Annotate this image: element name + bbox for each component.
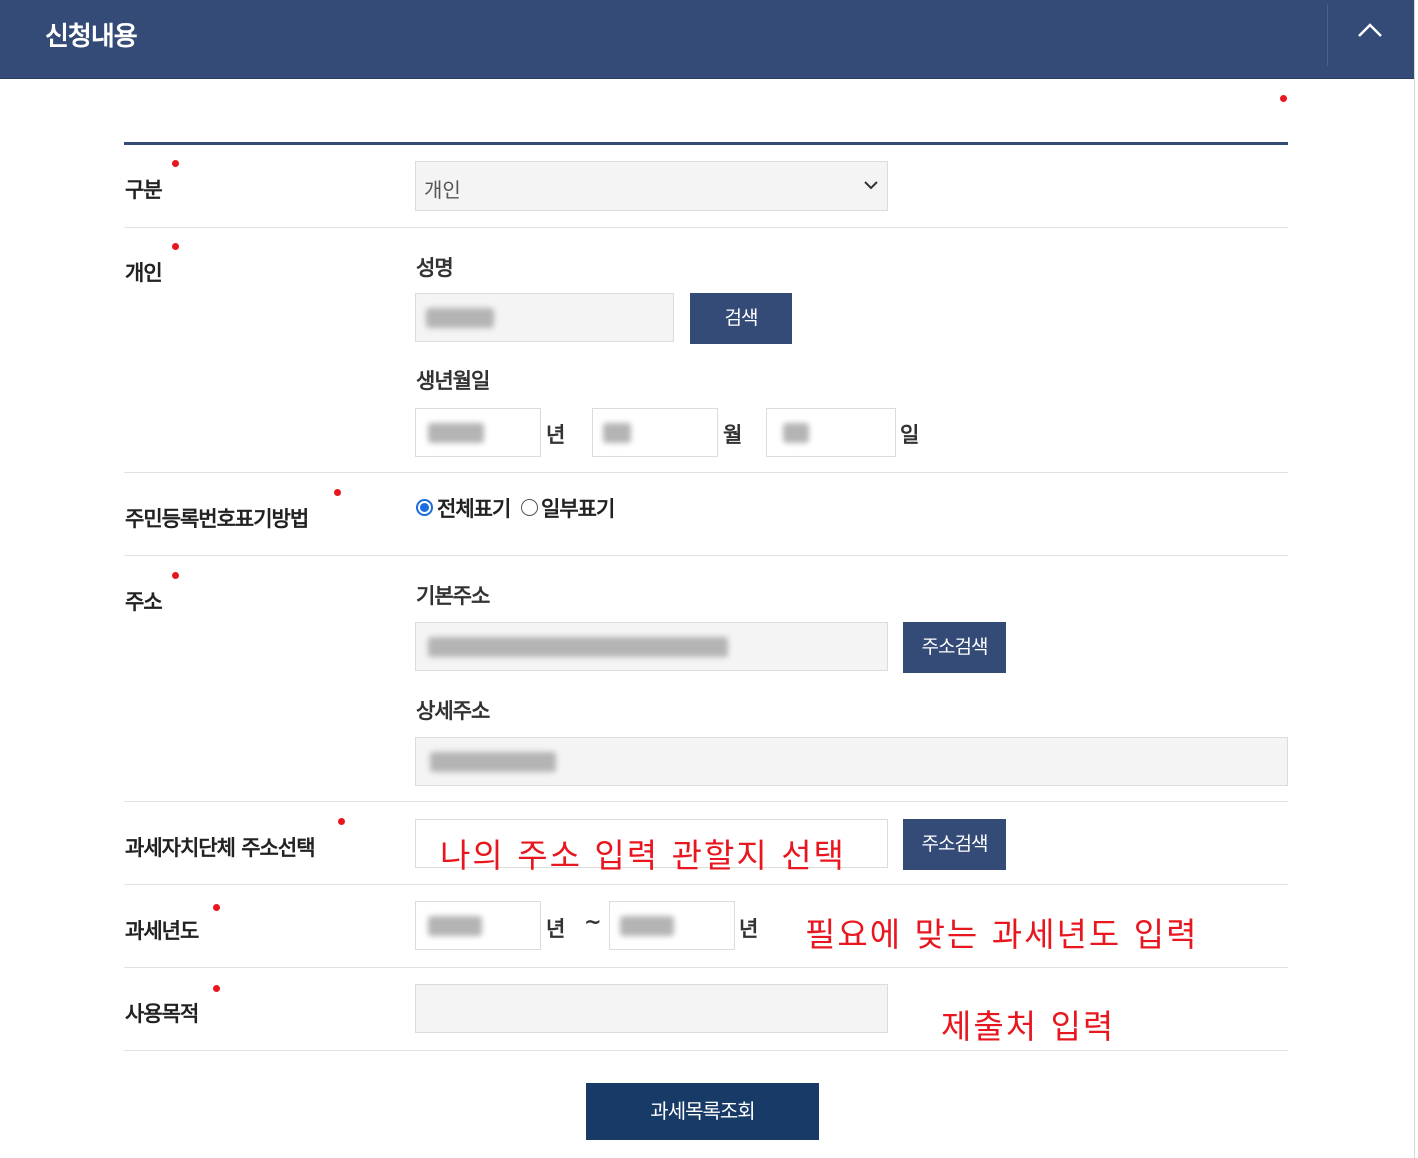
- name-search-button[interactable]: 검색: [690, 293, 792, 344]
- detail-address-label: 상세주소: [416, 699, 490, 723]
- tax-authority-search-button[interactable]: 주소검색: [903, 819, 1006, 870]
- required-marker: [172, 243, 179, 250]
- row-divider: [124, 801, 1288, 802]
- row-divider: [124, 555, 1288, 556]
- rrn-full-label[interactable]: 전체표기: [437, 493, 511, 523]
- category-select[interactable]: 개인: [415, 161, 888, 211]
- name-input[interactable]: [415, 293, 674, 342]
- redacted-value: [620, 916, 674, 936]
- row-divider: [124, 884, 1288, 885]
- basic-address-input[interactable]: [415, 622, 888, 671]
- row-divider: [124, 227, 1288, 228]
- tax-authority-annotation: 나의 주소 입력 관할지 선택: [440, 836, 846, 875]
- section-title: 신청내용: [45, 22, 138, 52]
- address-label: 주소: [125, 590, 163, 614]
- birth-month-input[interactable]: [592, 408, 718, 457]
- required-marker: [338, 818, 345, 825]
- page-right-border: [1414, 0, 1415, 1158]
- collapse-button[interactable]: [1328, 0, 1414, 66]
- required-marker: [334, 489, 341, 496]
- required-marker: [172, 160, 179, 167]
- section-header: 신청내용: [0, 0, 1414, 79]
- tax-year-end-unit: 년: [739, 917, 759, 941]
- chevron-up-icon: [1358, 23, 1382, 37]
- redacted-value: [426, 308, 494, 328]
- rrn-display-label: 주민등록번호표기방법: [125, 507, 309, 531]
- basic-address-label: 기본주소: [416, 584, 490, 608]
- tax-year-label: 과세년도: [125, 919, 199, 943]
- tax-year-start-unit: 년: [546, 917, 566, 941]
- redacted-value: [603, 423, 631, 443]
- tax-list-search-button[interactable]: 과세목록조회: [586, 1083, 819, 1140]
- tax-year-annotation: 필요에 맞는 과세년도 입력: [805, 915, 1199, 954]
- row-divider: [124, 967, 1288, 968]
- address-search-button[interactable]: 주소검색: [903, 622, 1006, 673]
- birth-year-input[interactable]: [415, 408, 541, 457]
- rrn-partial-label[interactable]: 일부표기: [541, 493, 615, 523]
- redacted-value: [783, 423, 809, 443]
- name-label: 성명: [416, 256, 454, 280]
- required-marker: [213, 985, 220, 992]
- required-marker: [172, 572, 179, 579]
- tax-authority-label: 과세자치단체 주소선택: [125, 836, 316, 860]
- redacted-value: [428, 423, 484, 443]
- redacted-value: [428, 637, 728, 657]
- purpose-annotation: 제출처 입력: [941, 1007, 1116, 1046]
- detail-address-input[interactable]: [415, 737, 1288, 786]
- purpose-label: 사용목적: [125, 1002, 199, 1026]
- birthdate-label: 생년월일: [416, 369, 490, 393]
- tax-year-separator: ~: [584, 910, 602, 934]
- row-divider: [124, 1050, 1288, 1051]
- rrn-partial-radio[interactable]: [521, 499, 538, 516]
- category-selected-value: 개인: [424, 178, 461, 202]
- birth-month-unit: 월: [723, 423, 743, 447]
- tax-year-end-input[interactable]: [609, 901, 735, 950]
- rrn-full-radio[interactable]: [416, 499, 433, 516]
- redacted-value: [428, 916, 482, 936]
- individual-label: 개인: [125, 261, 163, 285]
- birth-day-unit: 일: [900, 423, 920, 447]
- category-label: 구분: [125, 178, 163, 202]
- form-top-rule: [124, 142, 1288, 145]
- required-marker-legend: [1280, 95, 1287, 102]
- purpose-input[interactable]: [415, 984, 888, 1033]
- redacted-value: [430, 752, 556, 772]
- birth-day-input[interactable]: [766, 408, 896, 457]
- chevron-down-icon: [864, 181, 878, 190]
- row-divider: [124, 472, 1288, 473]
- birth-year-unit: 년: [546, 423, 566, 447]
- tax-year-start-input[interactable]: [415, 901, 541, 950]
- required-marker: [213, 904, 220, 911]
